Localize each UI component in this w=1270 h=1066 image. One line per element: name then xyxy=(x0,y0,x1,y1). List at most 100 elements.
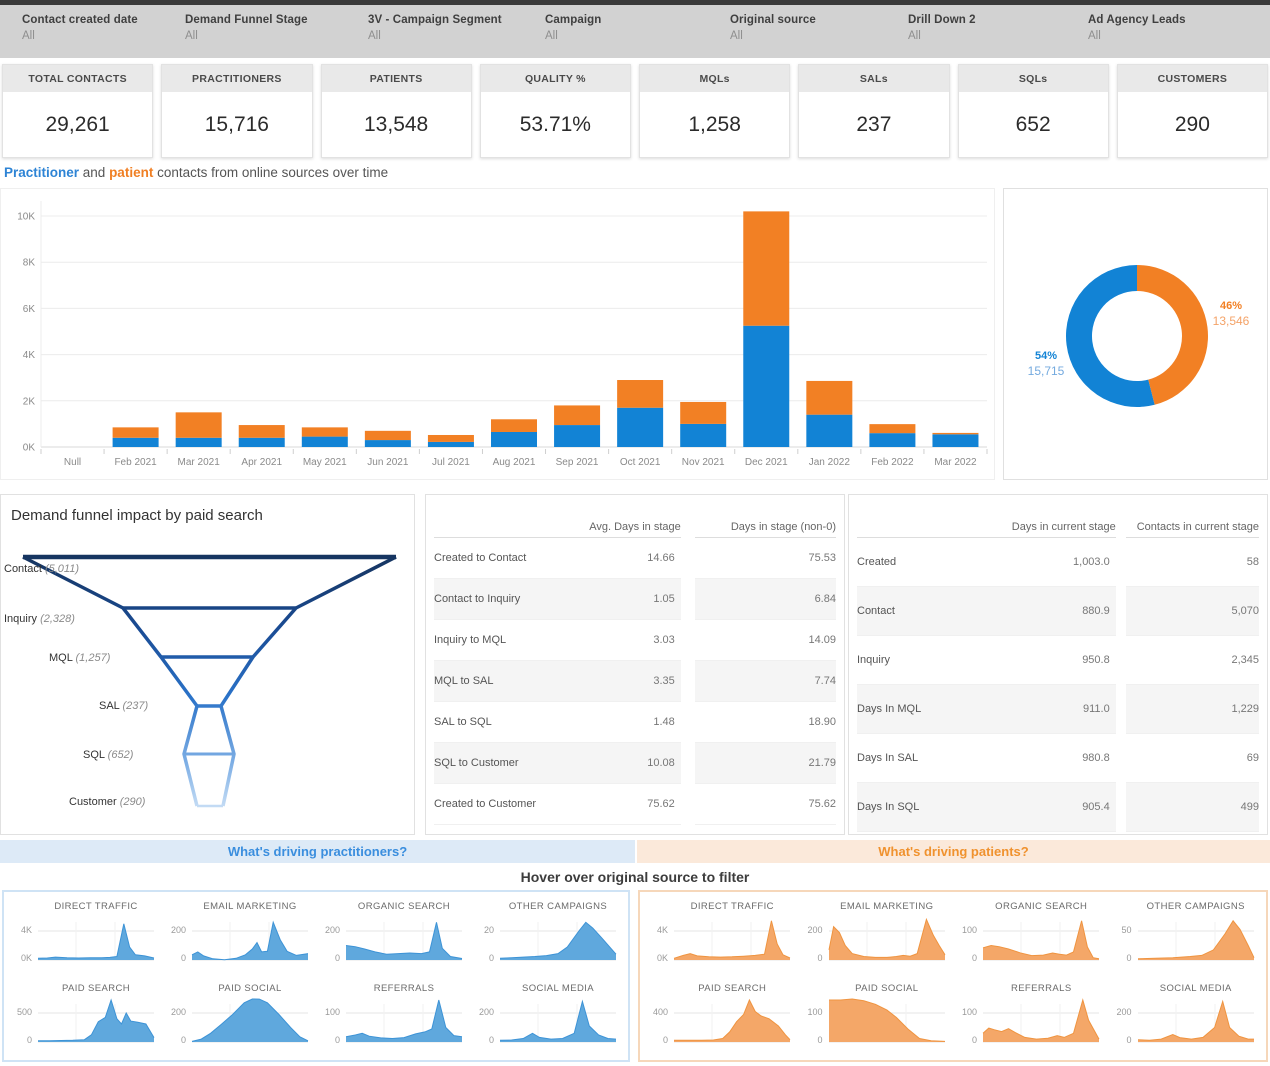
banner-whats-driving-practitioners: What's driving practitioners? xyxy=(0,840,635,863)
bar-practitioner-feb-2022[interactable] xyxy=(869,433,916,447)
table-row-mql-to-sal[interactable]: MQL to SAL 3.35 7.74 xyxy=(434,661,836,702)
table-row-created-to-contact[interactable]: Created to Contact 14.66 75.53 xyxy=(434,538,836,579)
row-label: Days In SAL xyxy=(857,752,919,764)
bar-practitioner-mar-2021[interactable] xyxy=(175,437,222,447)
kpi-value: 29,261 xyxy=(45,112,110,136)
area-mark[interactable] xyxy=(192,922,308,960)
y-tick-label: 500 xyxy=(16,1007,32,1017)
bar-patient-dec-2021[interactable] xyxy=(743,211,790,326)
filter-drill-down-2[interactable]: Drill Down 2 All xyxy=(908,14,976,42)
source-chart-social-media: SOCIAL MEDIA 200 0 xyxy=(1108,976,1263,1058)
area-mark[interactable] xyxy=(828,999,945,1042)
table-row-days-in-sql[interactable]: Days In SQL 905.4 499 xyxy=(857,783,1259,832)
source-chart-direct-traffic: DIRECT TRAFFIC 4K 0K xyxy=(644,894,799,976)
bar-patient-apr-2021[interactable] xyxy=(238,425,285,438)
bar-patient-may-2021[interactable] xyxy=(301,427,348,437)
area-mark[interactable] xyxy=(1137,1001,1254,1042)
area-mark[interactable] xyxy=(500,1001,616,1042)
filter-contact-created-date[interactable]: Contact created date All xyxy=(22,14,138,42)
area-mark[interactable] xyxy=(346,922,462,960)
cell-value: 21.79 xyxy=(808,757,836,769)
bar-practitioner-jun-2021[interactable] xyxy=(364,440,411,447)
source-chart-email-marketing: EMAIL MARKETING 200 0 xyxy=(799,894,954,976)
row-label: Inquiry xyxy=(857,654,891,666)
bar-patient-sep-2021[interactable] xyxy=(554,405,601,426)
table-row-sal-to-sql[interactable]: SAL to SQL 1.48 18.90 xyxy=(434,702,836,743)
table-row-days-in-mql[interactable]: Days In MQL 911.0 1,229 xyxy=(857,685,1259,734)
area-outline xyxy=(1137,999,1254,1041)
filter-3v-campaign-segment[interactable]: 3V - Campaign Segment All xyxy=(368,14,502,42)
bar-patient-mar-2021[interactable] xyxy=(175,412,222,438)
bar-practitioner-apr-2021[interactable] xyxy=(238,437,285,447)
filter-selected-value: All xyxy=(545,30,558,42)
bar-patient-oct-2021[interactable] xyxy=(617,380,664,408)
timeseries-title: Practitioner and patient contacts from o… xyxy=(4,165,389,180)
funnel-left-side[interactable] xyxy=(22,555,199,807)
area-mark[interactable] xyxy=(983,920,1099,960)
filter-label: Contact created date xyxy=(22,14,138,26)
y-tick-label: 0 xyxy=(334,953,340,963)
bar-patient-feb-2022[interactable] xyxy=(869,424,916,434)
y-tick-label: 200 xyxy=(324,925,340,935)
bar-patient-jul-2021[interactable] xyxy=(427,434,474,442)
row-label: Contact xyxy=(857,605,895,617)
table-cell: 499 xyxy=(1125,783,1259,832)
filter-demand-funnel-stage[interactable]: Demand Funnel Stage All xyxy=(185,14,308,42)
current-stage-table: Days in current stage Contacts in current… xyxy=(848,494,1268,835)
area-mark[interactable] xyxy=(1137,920,1254,960)
filter-original-source[interactable]: Original source All xyxy=(730,14,816,42)
table-row-contact[interactable]: Contact 880.9 5,070 xyxy=(857,587,1259,636)
area-mark[interactable] xyxy=(828,919,945,960)
patient-source-charts: DIRECT TRAFFIC 4K 0K EMAIL MARKETING 200 0 ORG… xyxy=(638,890,1268,1062)
bar-practitioner-oct-2021[interactable] xyxy=(617,407,664,447)
bar-practitioner-may-2021[interactable] xyxy=(301,436,348,447)
cell-value: 905.4 xyxy=(1082,801,1110,813)
table-row-created-to-customer[interactable]: Created to Customer 75.62 75.62 xyxy=(434,784,836,825)
table-row-inquiry[interactable]: Inquiry 950.8 2,345 xyxy=(857,636,1259,685)
x-axis-tick-label: Mar 2021 xyxy=(178,457,221,468)
funnel-label-contact: Contact (5,011) xyxy=(4,563,79,575)
table-cell: 75.62 xyxy=(694,784,836,825)
filter-selected-value: All xyxy=(368,30,381,42)
table-row-created[interactable]: Created 1,003.0 58 xyxy=(857,538,1259,587)
funnel-right-side[interactable] xyxy=(219,555,397,807)
table-cell: 14.09 xyxy=(694,620,836,661)
bar-practitioner-feb-2021[interactable] xyxy=(112,437,159,447)
y-tick-label: 0K xyxy=(656,953,668,963)
cell-value: 1,003.0 xyxy=(1073,556,1110,568)
table-cell: 7.74 xyxy=(694,661,836,702)
bar-patient-nov-2021[interactable] xyxy=(680,401,727,424)
bar-practitioner-aug-2021[interactable] xyxy=(491,431,537,447)
cell-value: 880.9 xyxy=(1082,605,1110,617)
filter-ad-agency-leads[interactable]: Ad Agency Leads All xyxy=(1088,14,1186,42)
table-row-contact-to-inquiry[interactable]: Contact to Inquiry 1.05 6.84 xyxy=(434,579,836,620)
cell-value: 1.48 xyxy=(653,716,675,728)
table-row-days-in-sal[interactable]: Days In SAL 980.8 69 xyxy=(857,734,1259,783)
bar-patient-jun-2021[interactable] xyxy=(364,430,411,441)
bar-practitioner-jan-2022[interactable] xyxy=(806,414,853,447)
bar-practitioner-dec-2021[interactable] xyxy=(743,325,790,447)
row-label: Contact to Inquiry xyxy=(434,593,521,605)
cell-value: 1.05 xyxy=(653,593,675,605)
table-cell: 18.90 xyxy=(694,702,836,743)
table-row-sql-to-customer[interactable]: SQL to Customer 10.08 21.79 xyxy=(434,743,836,784)
area-mark[interactable] xyxy=(38,1000,154,1042)
area-mark[interactable] xyxy=(983,1000,1099,1042)
table-cell: 69 xyxy=(1125,734,1259,783)
bar-practitioner-sep-2021[interactable] xyxy=(554,425,601,447)
area-mark[interactable] xyxy=(500,922,616,960)
table-row-inquiry-to-mql[interactable]: Inquiry to MQL 3.03 14.09 xyxy=(434,620,836,661)
bar-practitioner-nov-2021[interactable] xyxy=(680,423,727,447)
bar-patient-aug-2021[interactable] xyxy=(491,419,537,432)
mini-y-axis: 4K 0K xyxy=(8,914,36,970)
bar-patient-mar-2022[interactable] xyxy=(932,432,979,435)
area-mark[interactable] xyxy=(192,999,308,1042)
bar-patient-feb-2021[interactable] xyxy=(112,427,159,438)
kpi-label: PATIENTS xyxy=(321,65,471,92)
x-axis-tick-label: Feb 2021 xyxy=(114,457,157,468)
filter-campaign[interactable]: Campaign All xyxy=(545,14,601,42)
bar-practitioner-mar-2022[interactable] xyxy=(932,434,979,447)
bar-patient-jan-2022[interactable] xyxy=(806,380,853,415)
bar-practitioner-jul-2021[interactable] xyxy=(427,441,474,447)
row-label: SQL to Customer xyxy=(434,757,519,769)
